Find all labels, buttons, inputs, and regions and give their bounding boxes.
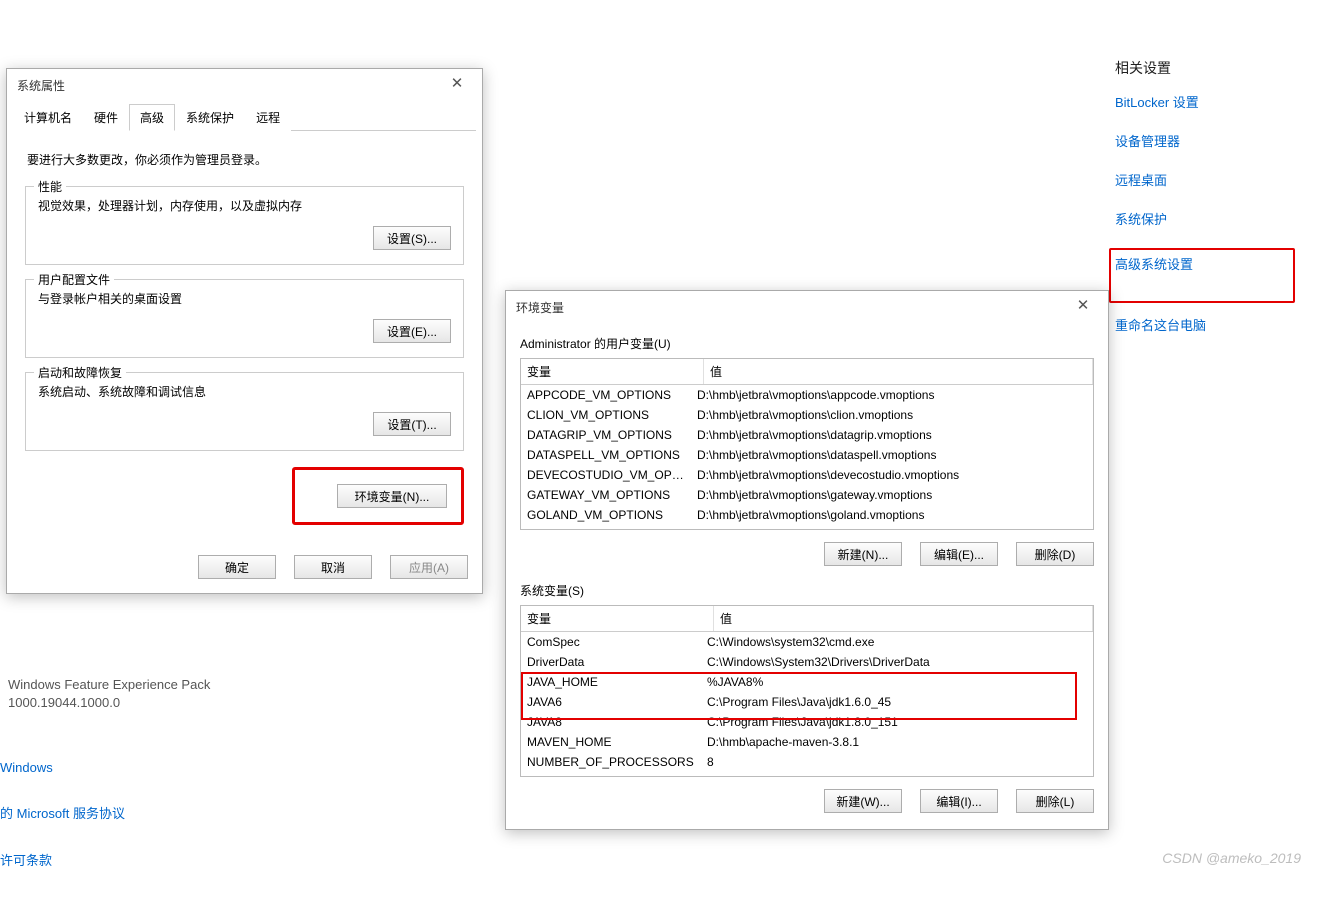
highlight-advanced-system: 高级系统设置 bbox=[1109, 248, 1295, 303]
table-row[interactable]: GATEWAY_VM_OPTIONSD:\hmb\jetbra\vmoption… bbox=[521, 485, 1093, 505]
envvar-title: 环境变量 bbox=[516, 299, 564, 316]
group-startup-recovery-legend: 启动和故障恢复 bbox=[34, 364, 126, 381]
system-properties-dialog: 系统属性 ✕ 计算机名 硬件 高级 系统保护 远程 要进行大多数更改，你必须作为… bbox=[6, 68, 483, 594]
link-bitlocker[interactable]: BitLocker 设置 bbox=[1115, 92, 1285, 111]
sys-vars-label: 系统变量(S) bbox=[520, 582, 1094, 599]
cancel-button[interactable]: 取消 bbox=[294, 555, 372, 579]
close-icon[interactable]: ✕ bbox=[442, 75, 472, 95]
col-var[interactable]: 变量 bbox=[521, 359, 704, 385]
group-performance-legend: 性能 bbox=[34, 178, 66, 195]
related-settings-heading: 相关设置 bbox=[1115, 58, 1285, 78]
table-row[interactable]: JAVA6C:\Program Files\Java\jdk1.6.0_45 bbox=[521, 692, 1093, 712]
group-startup-recovery-desc: 系统启动、系统故障和调试信息 bbox=[38, 383, 451, 400]
user-new-button[interactable]: 新建(N)... bbox=[824, 542, 902, 566]
close-icon[interactable]: ✕ bbox=[1068, 297, 1098, 317]
feature-pack-version: 1000.19044.1000.0 bbox=[8, 694, 210, 712]
related-settings-panel: 相关设置 BitLocker 设置 设备管理器 远程桌面 系统保护 高级系统设置… bbox=[1115, 58, 1285, 354]
startup-settings-button[interactable]: 设置(T)... bbox=[373, 412, 451, 436]
sysprop-titlebar[interactable]: 系统属性 ✕ bbox=[7, 69, 482, 99]
group-user-profiles-legend: 用户配置文件 bbox=[34, 271, 114, 288]
sys-new-button[interactable]: 新建(W)... bbox=[824, 789, 902, 813]
envvar-titlebar[interactable]: 环境变量 ✕ bbox=[506, 291, 1108, 321]
col-val[interactable]: 值 bbox=[704, 359, 1093, 385]
sysprop-title: 系统属性 bbox=[17, 77, 65, 94]
highlight-envvars-button: 环境变量(N)... bbox=[292, 467, 464, 525]
group-user-profiles: 用户配置文件 与登录帐户相关的桌面设置 设置(E)... bbox=[25, 279, 464, 358]
userprof-settings-button[interactable]: 设置(E)... bbox=[373, 319, 451, 343]
user-edit-button[interactable]: 编辑(E)... bbox=[920, 542, 998, 566]
table-row[interactable]: JAVA_HOME%JAVA8% bbox=[521, 672, 1093, 692]
col-val[interactable]: 值 bbox=[714, 606, 1093, 632]
group-performance-desc: 视觉效果，处理器计划，内存使用，以及虚拟内存 bbox=[38, 197, 451, 214]
tab-remote[interactable]: 远程 bbox=[245, 104, 291, 131]
table-row[interactable]: NUMBER_OF_PROCESSORS8 bbox=[521, 752, 1093, 772]
sys-edit-button[interactable]: 编辑(I)... bbox=[920, 789, 998, 813]
link-rename-pc[interactable]: 重命名这台电脑 bbox=[1115, 315, 1285, 334]
tab-system-protect[interactable]: 系统保护 bbox=[175, 104, 245, 131]
user-vars-table[interactable]: 变量 值 APPCODE_VM_OPTIONSD:\hmb\jetbra\vmo… bbox=[520, 358, 1094, 530]
table-row[interactable]: DATAGRIP_VM_OPTIONSD:\hmb\jetbra\vmoptio… bbox=[521, 425, 1093, 445]
table-row[interactable]: CLION_VM_OPTIONSD:\hmb\jetbra\vmoptions\… bbox=[521, 405, 1093, 425]
watermark: CSDN @ameko_2019 bbox=[1162, 850, 1301, 866]
user-vars-label: Administrator 的用户变量(U) bbox=[520, 335, 1094, 352]
link-system-protect[interactable]: 系统保护 bbox=[1115, 209, 1285, 228]
link-windows[interactable]: Windows bbox=[0, 760, 125, 775]
tab-advanced[interactable]: 高级 bbox=[129, 104, 175, 131]
table-row[interactable]: APPCODE_VM_OPTIONSD:\hmb\jetbra\vmoption… bbox=[521, 385, 1093, 405]
table-row[interactable]: JAVA8C:\Program Files\Java\jdk1.8.0_151 bbox=[521, 712, 1093, 732]
link-device-manager[interactable]: 设备管理器 bbox=[1115, 131, 1285, 150]
table-row[interactable]: MAVEN_HOMED:\hmb\apache-maven-3.8.1 bbox=[521, 732, 1093, 752]
feature-pack-name: Windows Feature Experience Pack bbox=[8, 676, 210, 694]
table-row[interactable]: GOLAND_VM_OPTIONSD:\hmb\jetbra\vmoptions… bbox=[521, 505, 1093, 525]
ok-button[interactable]: 确定 bbox=[198, 555, 276, 579]
table-row[interactable]: DATASPELL_VM_OPTIONSD:\hmb\jetbra\vmopti… bbox=[521, 445, 1093, 465]
environment-variables-button[interactable]: 环境变量(N)... bbox=[337, 484, 447, 508]
admin-note: 要进行大多数更改，你必须作为管理员登录。 bbox=[27, 151, 464, 168]
sys-del-button[interactable]: 删除(L) bbox=[1016, 789, 1094, 813]
col-var[interactable]: 变量 bbox=[521, 606, 714, 632]
link-ms-terms[interactable]: 的 Microsoft 服务协议 bbox=[0, 803, 125, 822]
feature-pack-text: Windows Feature Experience Pack 1000.190… bbox=[8, 676, 210, 712]
sysprop-footer: 确定 取消 应用(A) bbox=[7, 545, 482, 593]
link-remote-desktop[interactable]: 远程桌面 bbox=[1115, 170, 1285, 189]
tab-hardware[interactable]: 硬件 bbox=[83, 104, 129, 131]
environment-variables-dialog: 环境变量 ✕ Administrator 的用户变量(U) 变量 值 APPCO… bbox=[505, 290, 1109, 830]
group-performance: 性能 视觉效果，处理器计划，内存使用，以及虚拟内存 设置(S)... bbox=[25, 186, 464, 265]
apply-button: 应用(A) bbox=[390, 555, 468, 579]
group-user-profiles-desc: 与登录帐户相关的桌面设置 bbox=[38, 290, 451, 307]
sys-vars-table[interactable]: 变量 值 ComSpecC:\Windows\system32\cmd.exeD… bbox=[520, 605, 1094, 777]
table-row[interactable]: DEVECOSTUDIO_VM_OPT...D:\hmb\jetbra\vmop… bbox=[521, 465, 1093, 485]
bottom-links: Windows 的 Microsoft 服务协议 许可条款 bbox=[0, 760, 125, 897]
user-del-button[interactable]: 删除(D) bbox=[1016, 542, 1094, 566]
group-startup-recovery: 启动和故障恢复 系统启动、系统故障和调试信息 设置(T)... bbox=[25, 372, 464, 451]
tab-computer-name[interactable]: 计算机名 bbox=[13, 104, 83, 131]
sysprop-tabs: 计算机名 硬件 高级 系统保护 远程 bbox=[13, 103, 476, 131]
perf-settings-button[interactable]: 设置(S)... bbox=[373, 226, 451, 250]
link-advanced-system-settings[interactable]: 高级系统设置 bbox=[1115, 254, 1257, 273]
table-row[interactable]: DriverDataC:\Windows\System32\Drivers\Dr… bbox=[521, 652, 1093, 672]
table-row[interactable]: ComSpecC:\Windows\system32\cmd.exe bbox=[521, 632, 1093, 652]
link-license[interactable]: 许可条款 bbox=[0, 850, 125, 869]
